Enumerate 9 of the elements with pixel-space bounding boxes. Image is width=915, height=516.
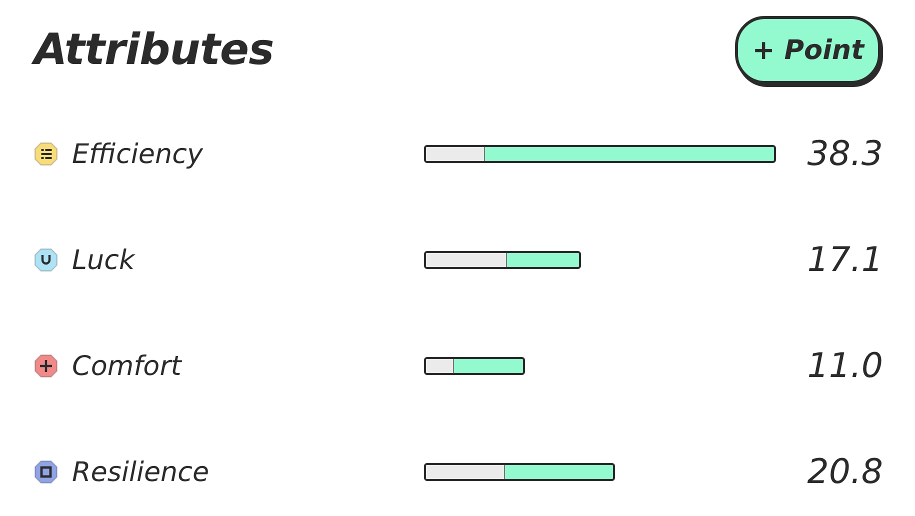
attribute-value: 38.3 xyxy=(806,134,883,174)
attribute-value: 11.0 xyxy=(806,346,883,386)
attribute-name: Comfort xyxy=(72,350,183,382)
attribute-name: Resilience xyxy=(72,456,210,488)
attribute-name: Luck xyxy=(72,244,136,276)
attribute-name: Efficiency xyxy=(72,138,204,170)
attribute-value: 17.1 xyxy=(806,240,883,280)
attribute-value: 20.8 xyxy=(806,452,883,492)
add-point-button[interactable]: + Point xyxy=(735,16,881,84)
